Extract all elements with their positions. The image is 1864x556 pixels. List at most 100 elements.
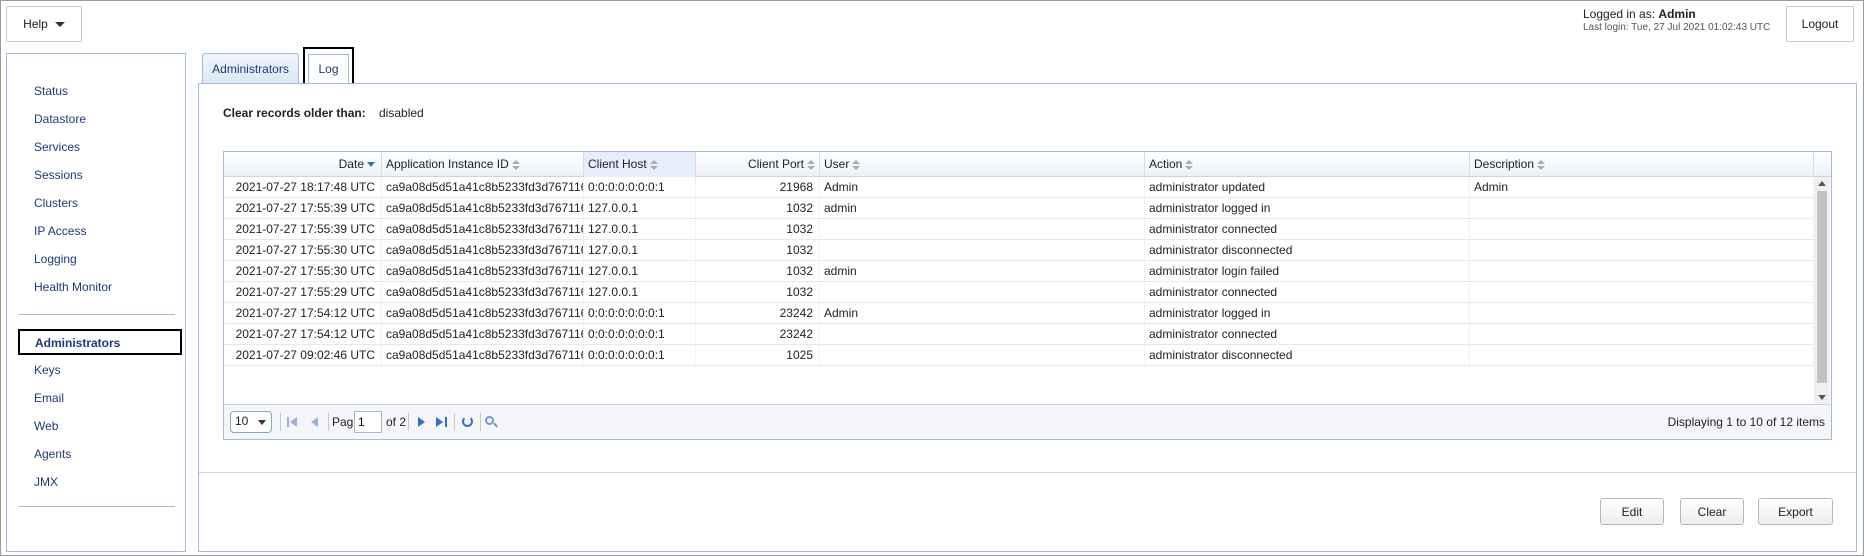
cell-date: 2021-07-27 17:54:12 UTC	[224, 303, 382, 324]
page-count: of 2	[386, 415, 407, 429]
cell-date: 2021-07-27 17:55:29 UTC	[224, 282, 382, 303]
cell-description	[1470, 303, 1814, 324]
tab-administrators[interactable]: Administrators	[202, 53, 299, 83]
search-icon[interactable]	[484, 415, 498, 429]
cell-user: admin	[820, 261, 1145, 282]
sidebar-item-clusters[interactable]: Clusters	[34, 196, 78, 210]
sort-icon	[807, 159, 815, 170]
cell-user	[820, 219, 1145, 240]
column-header-client-host[interactable]: Client Host	[584, 152, 696, 177]
cell-date: 2021-07-27 17:55:30 UTC	[224, 240, 382, 261]
column-label: User	[824, 157, 850, 171]
cell-description	[1470, 261, 1814, 282]
cell-application-instance-id: ca9a08d5d51a41c8b5233fd3d767116a	[382, 198, 584, 219]
previous-page-icon[interactable]	[308, 415, 322, 429]
sort-icon	[511, 159, 520, 170]
cell-user: Admin	[820, 303, 1145, 324]
cell-action: administrator connected	[1145, 282, 1470, 303]
cell-date: 2021-07-27 09:02:46 UTC	[224, 345, 382, 366]
cell-client-port: 1032	[696, 198, 820, 219]
scrollbar-thumb[interactable]	[1817, 191, 1827, 383]
scroll-up-icon[interactable]	[1818, 181, 1826, 186]
sidebar-item-label: Administrators	[35, 336, 121, 350]
table-row[interactable]: 2021-07-27 17:55:30 UTC ca9a08d5d51a41c8b…	[224, 261, 1814, 282]
pager-divider	[280, 413, 281, 431]
column-header-action[interactable]: Action	[1145, 152, 1470, 177]
table-row[interactable]: 2021-07-27 09:02:46 UTC ca9a08d5d51a41c8b…	[224, 345, 1814, 366]
cell-action: administrator login failed	[1145, 261, 1470, 282]
column-label: Description	[1474, 157, 1535, 171]
sidebar-item-jmx[interactable]: JMX	[34, 475, 58, 489]
chevron-down-icon	[258, 420, 266, 425]
table-row[interactable]: 2021-07-27 17:55:39 UTC ca9a08d5d51a41c8b…	[224, 219, 1814, 240]
cell-application-instance-id: ca9a08d5d51a41c8b5233fd3d767116a	[382, 324, 584, 345]
column-label: Action	[1149, 157, 1183, 171]
clear-button[interactable]: Clear	[1680, 498, 1744, 525]
pager-divider	[328, 413, 329, 431]
sidebar-item-services[interactable]: Services	[34, 140, 80, 154]
scroll-down-icon[interactable]	[1818, 395, 1826, 400]
vertical-scrollbar[interactable]	[1814, 177, 1830, 404]
sidebar: Status Datastore Services Sessions Clust…	[6, 53, 186, 552]
sidebar-item-keys[interactable]: Keys	[34, 363, 61, 377]
cell-description: Admin	[1470, 177, 1814, 198]
column-label: Client Host	[588, 157, 647, 171]
tab-log[interactable]: Log	[303, 47, 354, 85]
sidebar-item-health-monitor[interactable]: Health Monitor	[34, 280, 112, 294]
logout-button[interactable]: Logout	[1786, 6, 1854, 42]
sidebar-item-email[interactable]: Email	[34, 391, 64, 405]
cell-client-port: 1032	[696, 261, 820, 282]
refresh-icon[interactable]	[460, 415, 474, 429]
sidebar-item-logging[interactable]: Logging	[34, 252, 77, 266]
cell-application-instance-id: ca9a08d5d51a41c8b5233fd3d767116a	[382, 219, 584, 240]
sidebar-item-status[interactable]: Status	[34, 84, 68, 98]
cell-action: administrator connected	[1145, 219, 1470, 240]
sidebar-item-web[interactable]: Web	[34, 419, 58, 433]
table-row[interactable]: 2021-07-27 17:55:39 UTC ca9a08d5d51a41c8b…	[224, 198, 1814, 219]
table-row[interactable]: 2021-07-27 17:55:29 UTC ca9a08d5d51a41c8b…	[224, 282, 1814, 303]
page-size-select[interactable]: 10	[230, 411, 272, 433]
page-size-value: 10	[235, 414, 249, 428]
table-row[interactable]: 2021-07-27 17:54:12 UTC ca9a08d5d51a41c8b…	[224, 324, 1814, 345]
cell-application-instance-id: ca9a08d5d51a41c8b5233fd3d767116a	[382, 240, 584, 261]
help-menu-button[interactable]: Help	[6, 6, 82, 42]
column-label: Date	[338, 157, 364, 171]
cell-client-host: 127.0.0.1	[584, 282, 696, 303]
column-header-application-instance-id[interactable]: Application Instance ID	[382, 152, 584, 177]
cell-description	[1470, 282, 1814, 303]
cell-action: administrator updated	[1145, 177, 1470, 198]
column-header-date[interactable]: Date	[224, 152, 382, 177]
cell-user: admin	[820, 198, 1145, 219]
cell-client-port: 23242	[696, 324, 820, 345]
sidebar-item-agents[interactable]: Agents	[34, 447, 71, 461]
cell-action: administrator connected	[1145, 324, 1470, 345]
sidebar-item-ip-access[interactable]: IP Access	[34, 224, 86, 238]
sort-icon	[852, 159, 861, 170]
table-row[interactable]: 2021-07-27 17:54:12 UTC ca9a08d5d51a41c8b…	[224, 303, 1814, 324]
column-header-user[interactable]: User	[820, 152, 1145, 177]
cell-client-host: 127.0.0.1	[584, 198, 696, 219]
first-page-icon[interactable]	[286, 415, 300, 429]
export-button[interactable]: Export	[1758, 498, 1833, 525]
table-row[interactable]: 2021-07-27 18:17:48 UTC ca9a08d5d51a41c8b…	[224, 177, 1814, 198]
last-page-icon[interactable]	[434, 415, 448, 429]
pager-divider	[408, 413, 409, 431]
next-page-icon[interactable]	[414, 415, 428, 429]
cell-user	[820, 345, 1145, 366]
cell-client-port: 21968	[696, 177, 820, 198]
edit-button[interactable]: Edit	[1600, 498, 1664, 525]
column-label: Application Instance ID	[386, 157, 509, 171]
cell-client-port: 1032	[696, 219, 820, 240]
cell-client-host: 0:0:0:0:0:0:0:1	[584, 324, 696, 345]
cell-date: 2021-07-27 17:54:12 UTC	[224, 324, 382, 345]
column-header-description[interactable]: Description	[1470, 152, 1814, 177]
cell-description	[1470, 324, 1814, 345]
page-number-input[interactable]	[354, 411, 382, 433]
cell-user	[820, 282, 1145, 303]
sidebar-item-sessions[interactable]: Sessions	[34, 168, 83, 182]
table-row[interactable]: 2021-07-27 17:55:30 UTC ca9a08d5d51a41c8b…	[224, 240, 1814, 261]
sidebar-item-datastore[interactable]: Datastore	[34, 112, 86, 126]
log-table: Date Application Instance ID Client Host…	[223, 151, 1832, 440]
sidebar-item-administrators[interactable]: Administrators	[18, 329, 182, 355]
column-header-client-port[interactable]: Client Port	[696, 152, 820, 177]
